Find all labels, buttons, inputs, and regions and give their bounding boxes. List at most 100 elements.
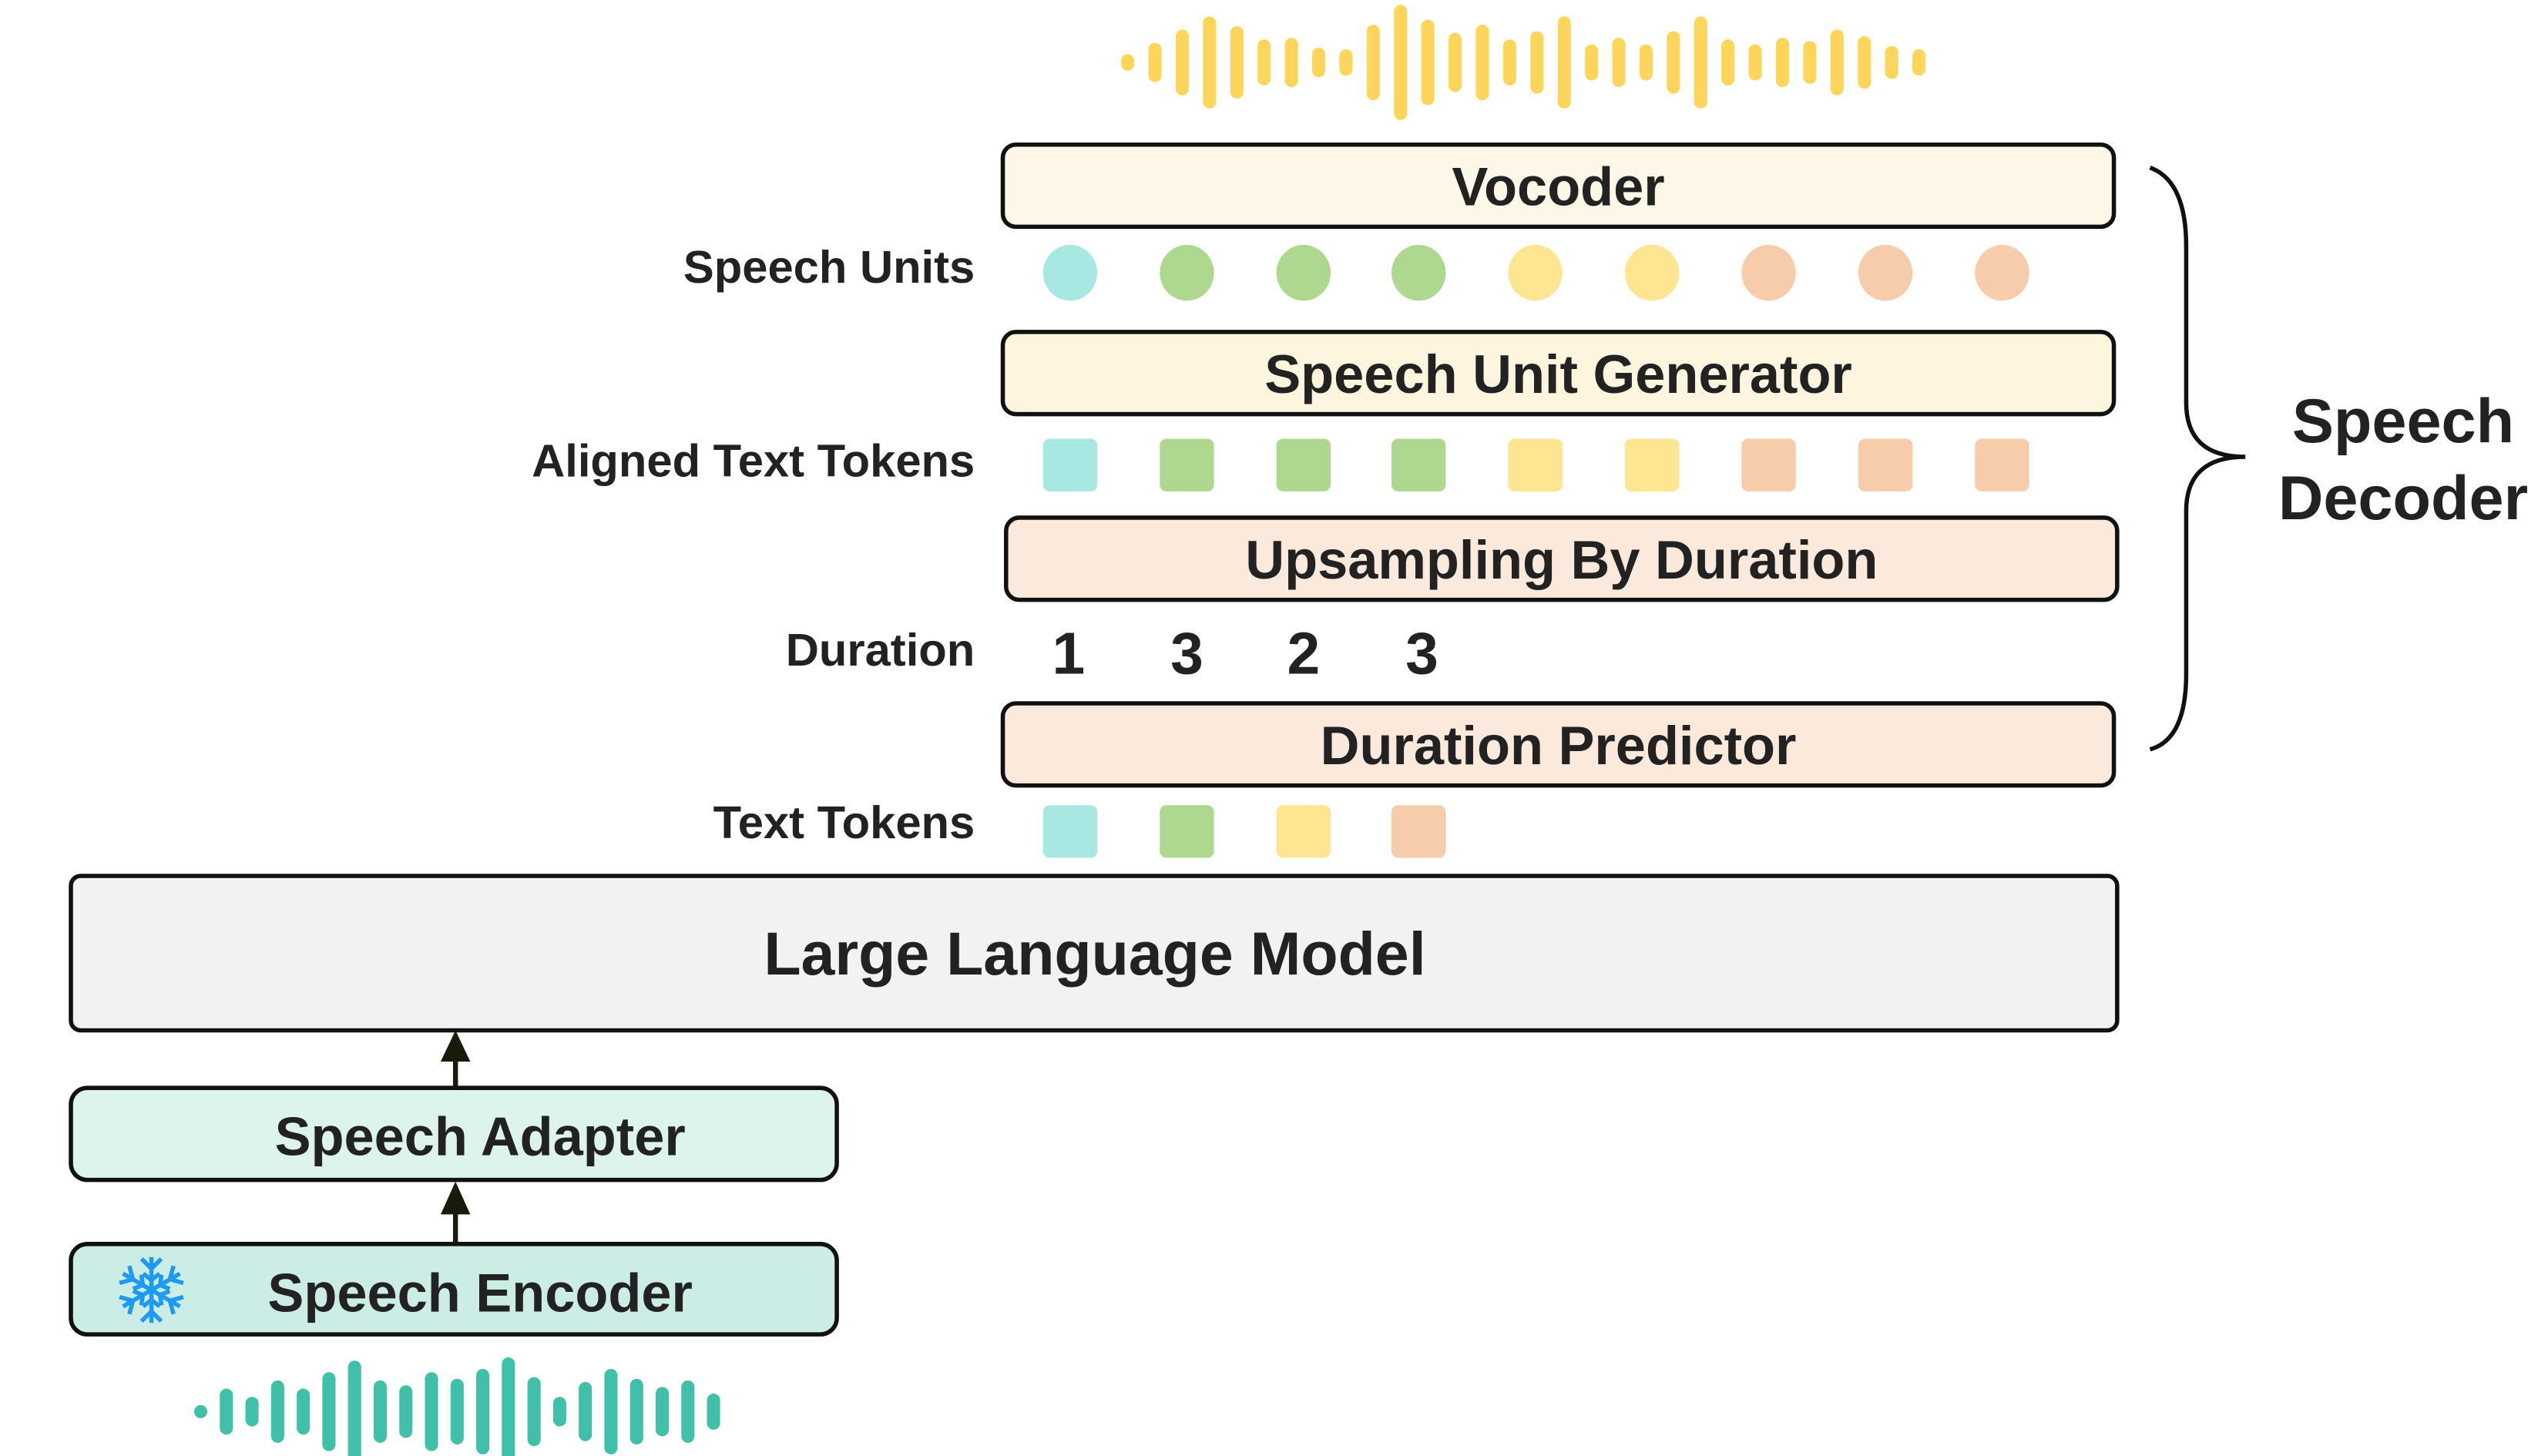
duration-predictor-block: Duration Predictor: [1000, 701, 2117, 788]
waveform-bar: [1339, 49, 1353, 76]
text-token: [1042, 805, 1098, 858]
input-waveform-icon: [193, 1357, 720, 1456]
waveform-bar: [1885, 45, 1898, 79]
speech-unit: [1160, 244, 1214, 301]
arrow-adapter-to-llm: [440, 1030, 471, 1089]
aligned-text-token: [1975, 438, 2029, 491]
speech-encoder-block: Speech Encoder: [69, 1242, 839, 1337]
aligned-text-token: [1276, 438, 1331, 491]
text-token: [1276, 805, 1331, 858]
aligned-text-token: [1858, 438, 1913, 491]
waveform-bar: [1230, 26, 1244, 99]
speech-unit: [1042, 244, 1098, 301]
duration-value: 2: [1287, 621, 1321, 687]
speech-llm-diagram: Vocoder Speech Units Speech Unit Generat…: [69, 5, 2528, 1456]
aligned-text-token: [1160, 438, 1214, 491]
waveform-bar: [1612, 38, 1626, 88]
speech-decoder-label-line2: Decoder: [2278, 464, 2528, 533]
waveform-bar: [1530, 31, 1544, 94]
waveform-bar: [1694, 16, 1707, 109]
llm-label: Large Language Model: [764, 920, 1425, 988]
vocoder-block: Vocoder: [1000, 142, 2117, 230]
waveform-bar: [1203, 16, 1217, 109]
speech-units: [1042, 244, 2029, 301]
waveform-bar: [373, 1380, 388, 1443]
waveform-bar: [245, 1397, 259, 1427]
waveform-bar: [1284, 38, 1298, 88]
speech-unit: [1975, 244, 2029, 301]
waveform-bar: [629, 1378, 643, 1445]
speech-decoder-brace: [2149, 165, 2246, 752]
waveform-bar: [502, 1357, 515, 1456]
waveform-bar: [1858, 35, 1872, 89]
waveform-bar: [1366, 24, 1380, 101]
waveform-bar: [297, 1388, 311, 1435]
upsampling-label: Upsampling By Duration: [1245, 529, 1878, 590]
speech-adapter-block: Speech Adapter: [69, 1085, 839, 1183]
duration-value: 3: [1170, 621, 1204, 687]
llm-block: Large Language Model: [69, 874, 2120, 1033]
aligned-text-token: [1042, 438, 1098, 491]
waveform-bar: [1311, 47, 1326, 78]
duration-label: Duration: [786, 624, 975, 676]
aligned-text-tokens: [1042, 438, 2029, 491]
waveform-bar: [681, 1380, 695, 1443]
waveform-bar: [1121, 54, 1135, 71]
aligned-text-token: [1741, 438, 1796, 491]
waveform-bar: [552, 1397, 566, 1427]
arrow-encoder-to-adapter: [440, 1181, 471, 1244]
waveform-bar: [425, 1372, 438, 1451]
waveform-bar: [220, 1388, 233, 1435]
vocoder-label: Vocoder: [1452, 156, 1664, 217]
waveform-bar: [1667, 31, 1680, 94]
duration-predictor-label: Duration Predictor: [1321, 715, 1797, 776]
waveform-bar: [193, 1404, 208, 1418]
waveform-bar: [347, 1360, 361, 1456]
waveform-bar: [527, 1377, 541, 1447]
waveform-bar: [1421, 19, 1435, 106]
duration-value: 1: [1052, 621, 1086, 687]
speech-decoder-label-line1: Speech: [2292, 387, 2514, 456]
text-token: [1160, 805, 1214, 858]
speech-unit: [1624, 244, 1680, 301]
waveform-bar: [604, 1368, 618, 1454]
text-tokens: [1042, 805, 1446, 858]
waveform-bar: [1475, 24, 1489, 101]
waveform-bar: [322, 1372, 336, 1451]
aligned-text-token: [1624, 438, 1680, 491]
waveform-bar: [579, 1382, 593, 1441]
waveform-bar: [270, 1380, 284, 1443]
text-tokens-label: Text Tokens: [713, 797, 975, 848]
speech-unit-generator-label: Speech Unit Generator: [1264, 344, 1852, 404]
waveform-bar: [399, 1385, 413, 1438]
speech-encoder-label: Speech Encoder: [267, 1262, 692, 1323]
waveform-bar: [476, 1368, 490, 1454]
waveform-bar: [655, 1387, 670, 1437]
speech-unit: [1508, 244, 1563, 301]
waveform-bar: [1803, 41, 1817, 84]
waveform-bar: [707, 1393, 720, 1430]
speech-unit: [1741, 244, 1796, 301]
waveform-bar: [1449, 32, 1462, 92]
upsampling-block: Upsampling By Duration: [1004, 515, 2120, 602]
output-waveform-icon: [1121, 5, 1926, 120]
waveform-bar: [1394, 5, 1408, 120]
waveform-bar: [1585, 44, 1599, 81]
speech-unit: [1391, 244, 1446, 301]
waveform-bar: [1830, 29, 1844, 96]
waveform-bar: [1175, 29, 1190, 96]
duration-value: 3: [1405, 621, 1438, 687]
waveform-bar: [1257, 39, 1271, 86]
speech-unit-generator-block: Speech Unit Generator: [1000, 330, 2117, 417]
waveform-bar: [1721, 39, 1735, 86]
waveform-bar: [1775, 38, 1790, 88]
waveform-bar: [1639, 44, 1653, 81]
aligned-text-token: [1391, 438, 1446, 491]
speech-unit: [1276, 244, 1331, 301]
waveform-bar: [1748, 44, 1762, 81]
waveform-bar: [1557, 16, 1571, 109]
aligned-text-token: [1508, 438, 1563, 491]
aligned-text-tokens-label: Aligned Text Tokens: [532, 435, 975, 487]
waveform-bar: [450, 1378, 464, 1445]
waveform-bar: [1912, 49, 1926, 76]
